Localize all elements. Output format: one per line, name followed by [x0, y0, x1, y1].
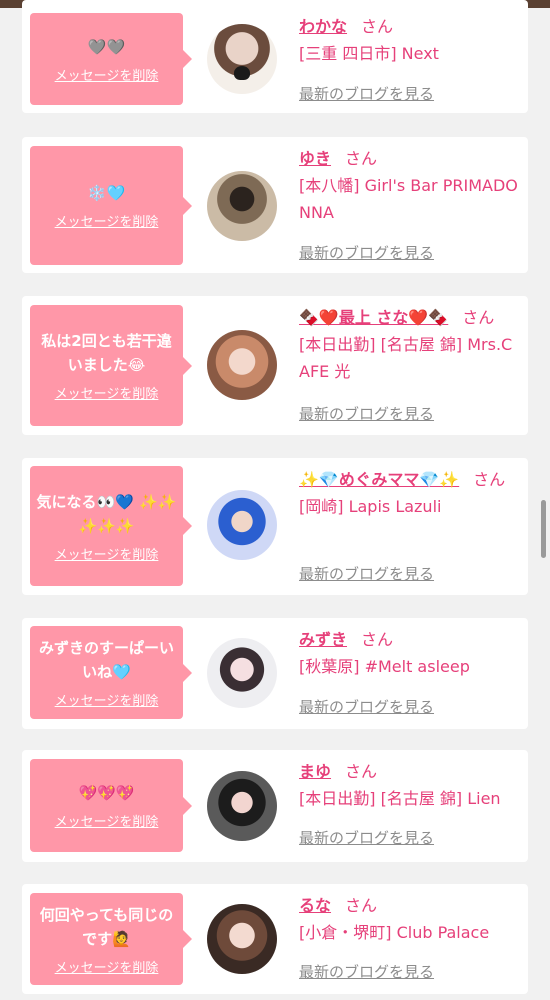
message-card: 🩶🩶 メッセージを削除 わかな さん [三重 四日市] Next 最新のブログを見… — [22, 0, 528, 113]
message-bubble: 🩶🩶 メッセージを削除 — [30, 13, 192, 105]
avatar[interactable] — [207, 330, 277, 400]
avatar[interactable] — [207, 638, 277, 708]
delete-message-link[interactable]: メッセージを削除 — [55, 957, 159, 976]
shop-info: [本日出勤] [名古屋 錦] Mrs.CAFE 光 — [299, 335, 513, 381]
shop-info: [三重 四日市] Next — [299, 44, 439, 63]
cast-name-link[interactable]: ゆき — [299, 149, 331, 168]
message-text: 🩶🩶 — [87, 37, 126, 56]
latest-blog-link[interactable]: 最新のブログを見る — [299, 696, 434, 717]
shop-info: [岡崎] Lapis Lazuli — [299, 497, 442, 516]
shop-info: [小倉・堺町] Club Palace — [299, 923, 490, 942]
latest-blog-link[interactable]: 最新のブログを見る — [299, 403, 434, 424]
shop-info: [本八幡] Girl's Bar PRIMADONNA — [299, 176, 518, 222]
cast-name-link[interactable]: みずき — [299, 630, 347, 649]
message-text: 気になる👀💙 ✨✨✨✨✨ — [36, 492, 177, 535]
honorific: さん — [361, 630, 394, 649]
cast-name-link[interactable]: 🍫❤️最上 さな❤️🍫 — [299, 308, 448, 327]
message-bubble: ❄️🩵 メッセージを削除 — [30, 146, 192, 265]
message-card: みずきのすーぱーいいね🩵 メッセージを削除 みずき さん [秋葉原] #Melt … — [22, 618, 528, 729]
message-text: 私は2回とも若干違いました😂 — [41, 332, 172, 374]
message-text: ❄️🩵 — [87, 184, 126, 202]
delete-message-link[interactable]: メッセージを削除 — [55, 811, 159, 830]
latest-blog-link[interactable]: 最新のブログを見る — [299, 961, 434, 982]
message-bubble: 何回やっても同じのです🙋 メッセージを削除 — [30, 893, 192, 985]
message-card: 💖💖💖 メッセージを削除 まゆ さん [本日出勤] [名古屋 錦] Lien 最新… — [22, 750, 528, 862]
honorific: さん — [462, 308, 495, 327]
message-card: 気になる👀💙 ✨✨✨✨✨ メッセージを削除 ✨💎めぐみママ💎✨ さん [岡崎] L… — [22, 458, 528, 595]
delete-message-link[interactable]: メッセージを削除 — [55, 544, 159, 563]
honorific: さん — [473, 470, 506, 489]
cast-name-link[interactable]: わかな — [299, 17, 347, 36]
cast-name-link[interactable]: まゆ — [299, 762, 331, 781]
message-card: ❄️🩵 メッセージを削除 ゆき さん [本八幡] Girl's Bar PRIMA… — [22, 137, 528, 273]
message-card: 私は2回とも若干違いました😂 メッセージを削除 🍫❤️最上 さな❤️🍫 さん [本… — [22, 296, 528, 435]
delete-message-link[interactable]: メッセージを削除 — [55, 211, 159, 230]
honorific: さん — [361, 17, 394, 36]
delete-message-link[interactable]: メッセージを削除 — [55, 690, 159, 709]
honorific: さん — [345, 762, 378, 781]
avatar[interactable] — [207, 24, 277, 94]
message-bubble: 💖💖💖 メッセージを削除 — [30, 759, 192, 852]
message-bubble: 私は2回とも若干違いました😂 メッセージを削除 — [30, 305, 192, 426]
message-card: 何回やっても同じのです🙋 メッセージを削除 るな さん [小倉・堺町] Club … — [22, 884, 528, 994]
heart-icon — [234, 66, 250, 80]
avatar[interactable] — [207, 904, 277, 974]
avatar[interactable] — [207, 171, 277, 241]
message-text: 💖💖💖 — [78, 784, 135, 802]
latest-blog-link[interactable]: 最新のブログを見る — [299, 242, 434, 263]
delete-message-link[interactable]: メッセージを削除 — [55, 383, 159, 402]
avatar[interactable] — [207, 490, 277, 560]
message-bubble: 気になる👀💙 ✨✨✨✨✨ メッセージを削除 — [30, 466, 192, 586]
latest-blog-link[interactable]: 最新のブログを見る — [299, 83, 434, 104]
message-text: みずきのすーぱーいいね🩵 — [38, 639, 174, 681]
shop-info: [本日出勤] [名古屋 錦] Lien — [299, 789, 501, 808]
latest-blog-link[interactable]: 最新のブログを見る — [299, 827, 434, 848]
avatar[interactable] — [207, 771, 277, 841]
delete-message-link[interactable]: メッセージを削除 — [55, 65, 159, 84]
latest-blog-link[interactable]: 最新のブログを見る — [299, 563, 434, 584]
honorific: さん — [345, 149, 378, 168]
scrollbar[interactable] — [541, 500, 546, 558]
message-bubble: みずきのすーぱーいいね🩵 メッセージを削除 — [30, 626, 192, 719]
shop-info: [秋葉原] #Melt asleep — [299, 657, 470, 676]
honorific: さん — [345, 896, 378, 915]
message-text: 何回やっても同じのです🙋 — [39, 905, 174, 948]
cast-name-link[interactable]: るな — [299, 896, 331, 915]
cast-name-link[interactable]: ✨💎めぐみママ💎✨ — [299, 470, 459, 489]
